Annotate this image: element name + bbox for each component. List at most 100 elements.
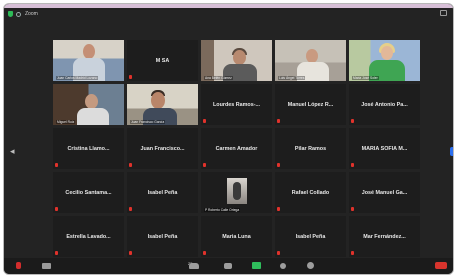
participant-tile[interactable]: Miguel Ruiz [53,84,124,125]
participant-tile[interactable]: José Antonio Pa... [349,84,420,125]
participant-name: José Antonio Pa... [361,101,408,108]
muted-mic-icon [351,163,354,167]
security-shield-icon[interactable] [8,11,13,17]
zoom-window: Zoom Juan Carlos Madrid Lozano M SA Ana Be… [3,3,454,275]
meeting-info-icon[interactable] [16,11,21,17]
video-figure [306,49,318,63]
participant-tile[interactable]: Pilar Ramos [275,128,346,169]
participant-video-caption: Luis Ángel Torres [278,76,306,80]
participant-name: M SA [155,57,170,64]
muted-mic-icon [203,251,206,255]
participant-tile[interactable]: José Manuel Ga... [349,172,420,213]
participant-name: Estrella Lavado... [66,233,111,240]
gallery-view-icon[interactable] [440,10,447,16]
mute-mic-icon[interactable] [16,262,21,269]
participant-tile[interactable]: P Roberto Calle Ortega [201,172,272,213]
participant-name: Isabel Peña [147,233,178,240]
reactions-icon[interactable] [307,262,314,269]
participant-name: Mar Fernández... [363,233,406,240]
participant-tile[interactable]: Luis Ángel Torres [275,40,346,81]
participant-name: Isabel Peña [147,189,178,196]
meeting-topbar: Zoom [4,8,453,20]
muted-mic-icon [55,207,58,211]
participant-video-caption: Ana Belén Gómez [204,76,233,80]
share-screen-icon[interactable] [252,262,261,269]
muted-mic-icon [129,163,132,167]
participant-tile[interactable]: Maria José Soler [349,40,420,81]
participant-video-caption: Miguel Ruiz [56,120,76,124]
participant-tile[interactable]: Isabel Peña [275,216,346,257]
participant-tile[interactable]: Juan Francisco García [127,84,198,125]
participant-tile[interactable]: Isabel Peña [127,172,198,213]
video-camera-icon[interactable] [42,263,51,269]
chat-icon[interactable] [224,263,232,269]
video-figure [233,182,241,200]
previous-page-arrow-icon[interactable]: ◂ [10,146,15,157]
muted-mic-icon [55,251,58,255]
muted-mic-icon [129,207,132,211]
video-figure [233,50,246,65]
meeting-toolbar: 25 [4,258,453,274]
participant-tile[interactable]: Mar Fernández... [349,216,420,257]
participant-tile[interactable]: MARIA SOFIA M... [349,128,420,169]
muted-mic-icon [129,75,132,79]
muted-mic-icon [277,163,280,167]
muted-mic-icon [129,251,132,255]
participant-video [201,40,272,81]
participant-gallery: Juan Carlos Madrid Lozano M SA Ana Belén G… [53,40,420,257]
participant-name: Lourdes Ramos-... [212,101,261,108]
participant-name: Juan Francisco... [140,145,185,152]
participant-tile[interactable]: Manuel López R... [275,84,346,125]
participant-tile[interactable]: Rafael Collado [275,172,346,213]
video-figure [83,44,95,59]
next-page-handle[interactable] [450,147,453,156]
participant-name: Manuel López R... [287,101,334,108]
participant-tile[interactable]: Cecilio Santama... [53,172,124,213]
participant-tile[interactable]: Ana Belén Gómez [201,40,272,81]
muted-mic-icon [203,163,206,167]
participant-video-caption: Juan Francisco García [130,120,166,124]
participant-name: Cecilio Santama... [65,189,112,196]
participant-video [201,172,272,213]
participant-tile[interactable]: Estrella Lavado... [53,216,124,257]
muted-mic-icon [351,119,354,123]
muted-mic-icon [277,119,280,123]
participant-tile[interactable]: Juan Carlos Madrid Lozano [53,40,124,81]
muted-mic-icon [277,251,280,255]
participant-tile[interactable]: Lourdes Ramos-... [201,84,272,125]
participant-name: Isabel Peña [295,233,326,240]
participant-video-caption: Maria José Soler [352,76,379,80]
participant-name: Rafael Collado [291,189,330,196]
muted-mic-icon [277,207,280,211]
participant-video [53,84,124,125]
participant-name: Pilar Ramos [294,145,327,152]
muted-mic-icon [351,207,354,211]
participants-icon[interactable] [189,263,199,269]
meeting-title: Zoom [25,11,38,17]
record-icon[interactable] [280,263,286,269]
participant-tile[interactable]: Cristina Llamo... [53,128,124,169]
leave-meeting-button[interactable] [435,262,447,269]
muted-mic-icon [203,119,206,123]
video-figure [151,92,165,109]
video-figure [85,94,98,109]
participant-name: Cristina Llamo... [67,145,110,152]
participant-video-caption: Juan Carlos Madrid Lozano [56,76,99,80]
muted-mic-icon [351,251,354,255]
participant-tile[interactable]: M SA [127,40,198,81]
participant-tile[interactable]: Maria Luna [201,216,272,257]
participant-video [275,40,346,81]
participant-video [53,40,124,81]
participant-name: Carmen Amador [215,145,258,152]
participant-video [349,40,420,81]
participant-tile[interactable]: Isabel Peña [127,216,198,257]
participant-name: MARIA SOFIA M... [361,145,408,152]
muted-mic-icon [55,163,58,167]
participant-video-caption: P Roberto Calle Ortega [204,208,241,212]
video-figure [77,108,109,125]
participant-tile[interactable]: Carmen Amador [201,128,272,169]
participant-video [127,84,198,125]
participant-tile[interactable]: Juan Francisco... [127,128,198,169]
video-figure [381,46,393,60]
participant-name: José Manuel Ga... [361,189,408,196]
